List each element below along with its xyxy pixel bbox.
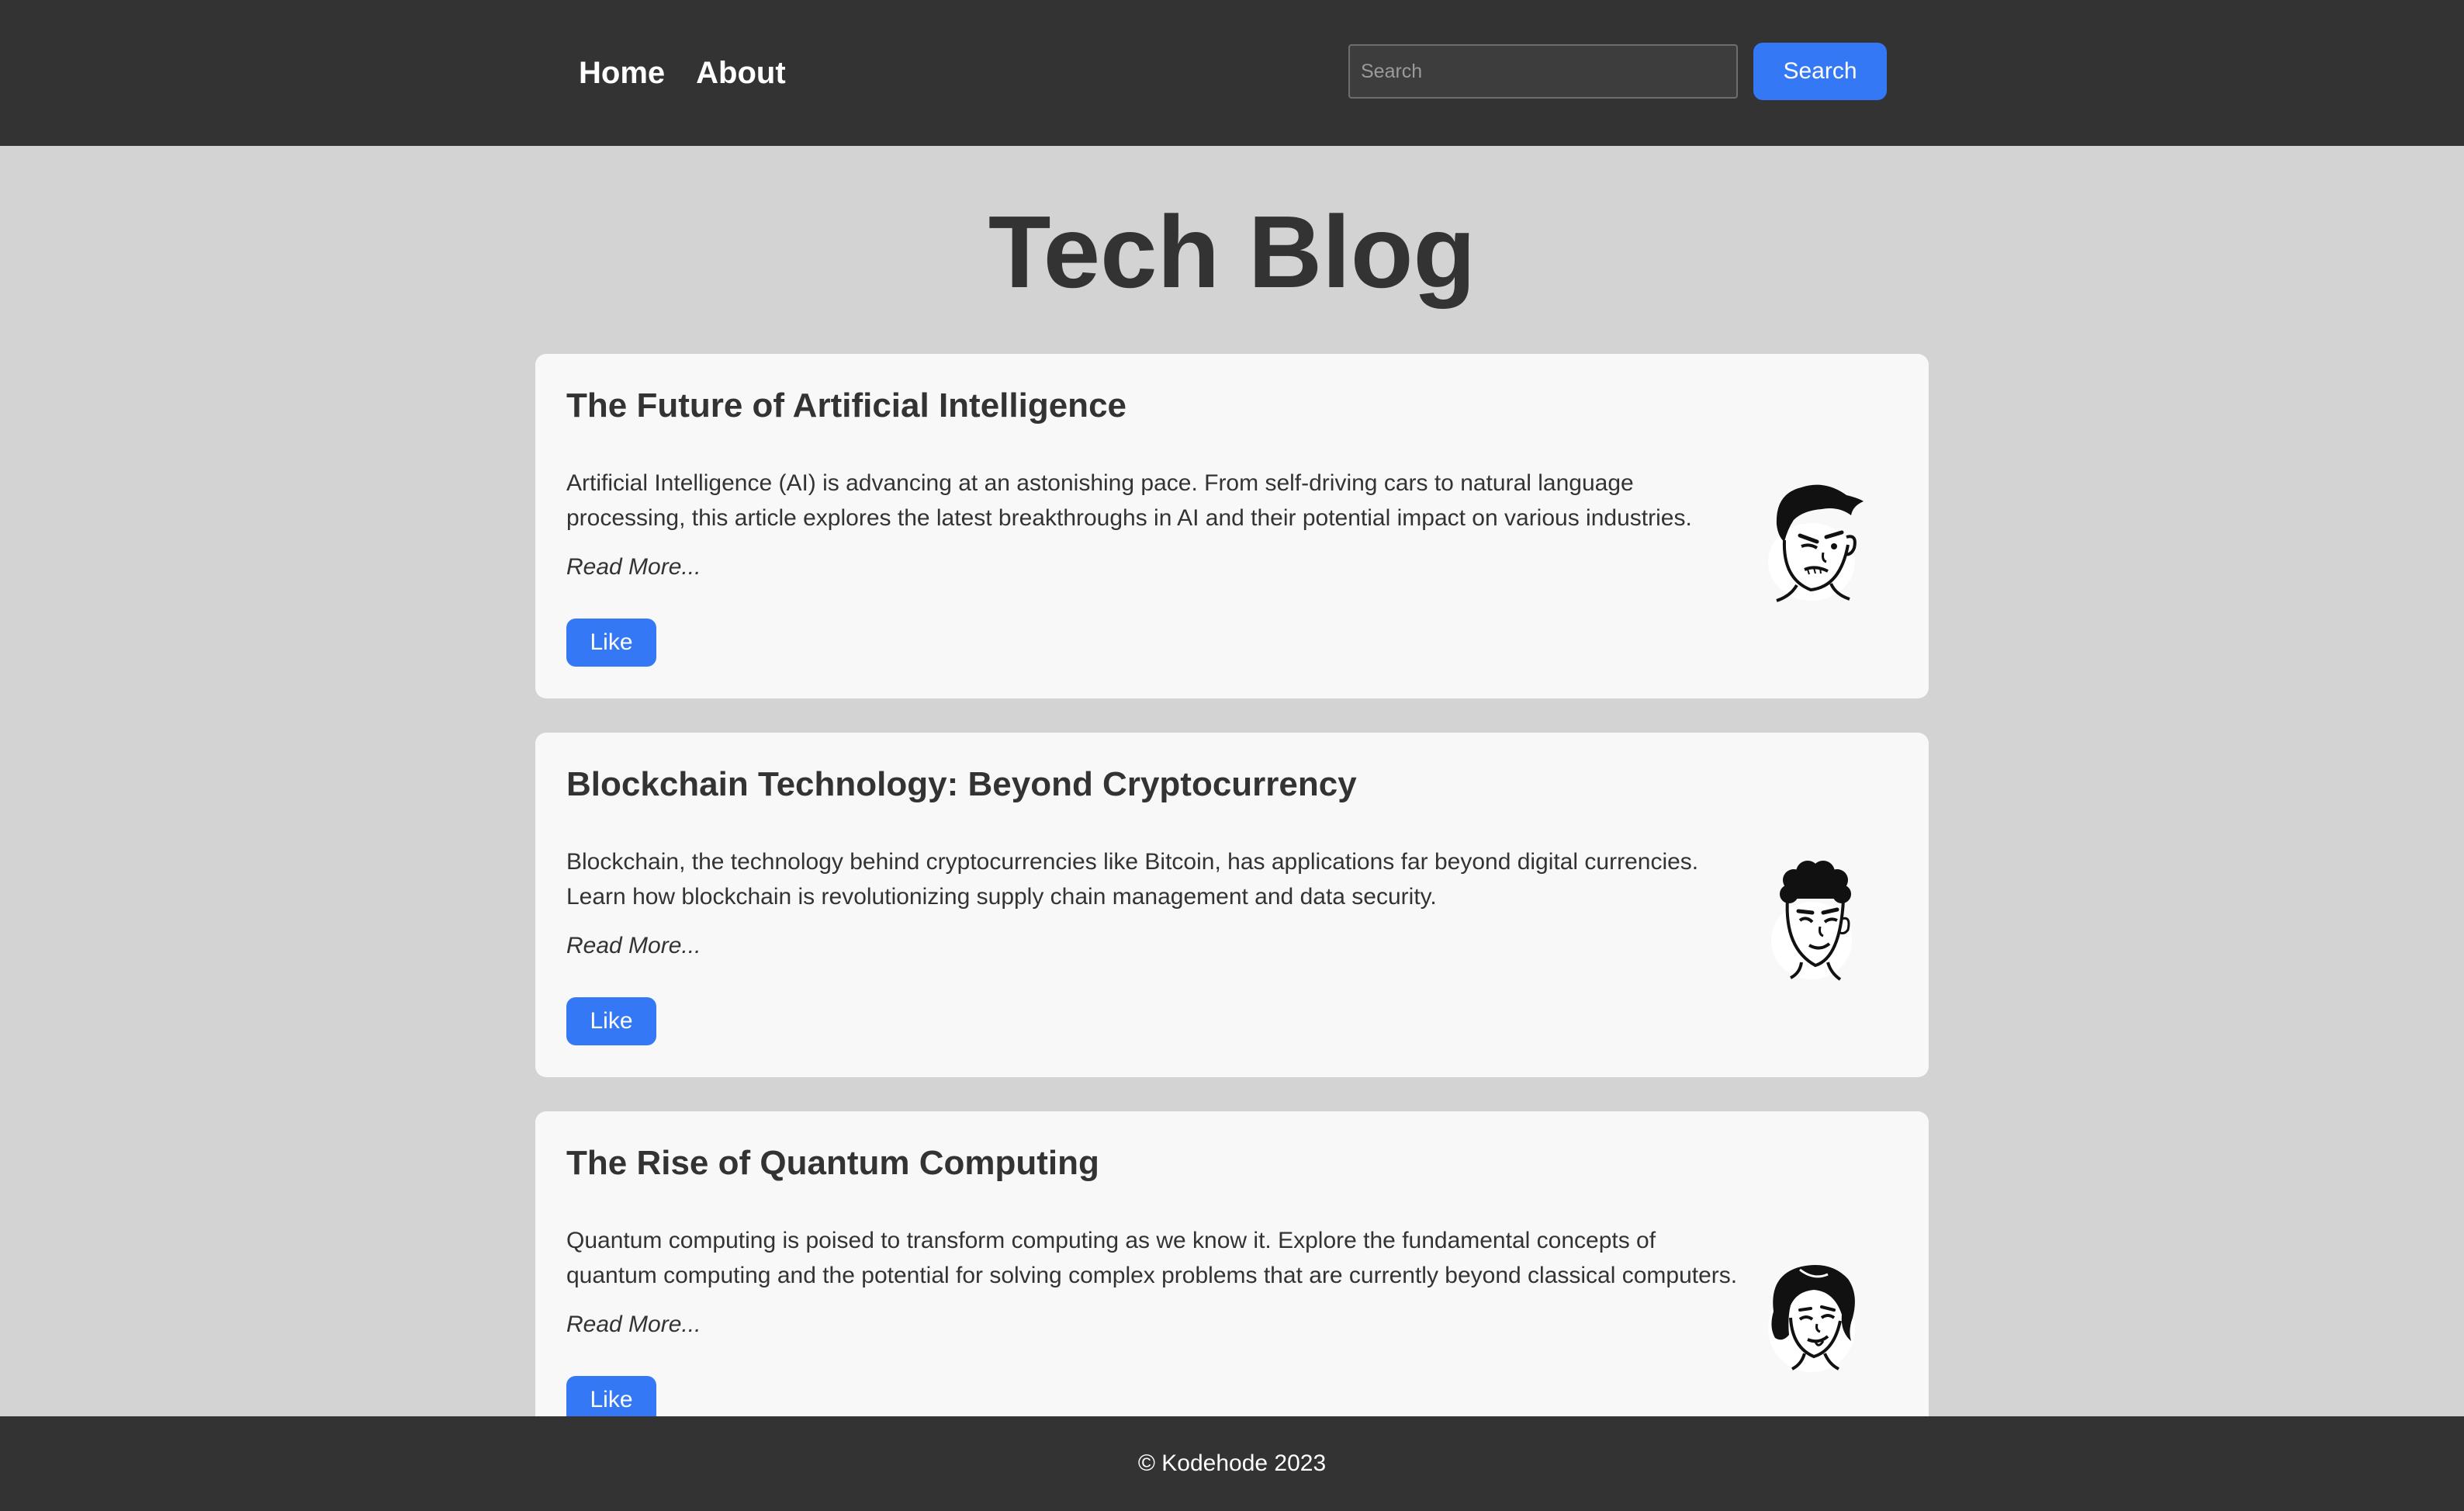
- read-more-link[interactable]: Read More...: [566, 933, 701, 959]
- cartoon-curly-hair-avatar-icon: [1771, 861, 1852, 981]
- main-nav: Home About: [579, 0, 786, 146]
- read-more-link[interactable]: Read More...: [566, 1312, 701, 1338]
- nav-about-link[interactable]: About: [696, 56, 786, 91]
- post-title[interactable]: Blockchain Technology: Beyond Cryptocurr…: [566, 765, 1357, 804]
- search-input[interactable]: [1348, 44, 1738, 99]
- post-excerpt: Quantum computing is poised to transform…: [566, 1228, 1738, 1288]
- post-card: Blockchain Technology: Beyond Cryptocurr…: [535, 733, 1929, 1077]
- post-excerpt: Blockchain, the technology behind crypto…: [566, 849, 1699, 910]
- nav-home-link[interactable]: Home: [579, 56, 665, 91]
- post-title[interactable]: The Rise of Quantum Computing: [566, 1144, 1099, 1183]
- post-title[interactable]: The Future of Artificial Intelligence: [566, 386, 1126, 425]
- read-more-link[interactable]: Read More...: [566, 554, 701, 580]
- cartoon-woman-avatar-icon: [1768, 1265, 1855, 1372]
- footer-copyright: © Kodehode 2023: [1137, 1450, 1327, 1476]
- post-excerpt: Artificial Intelligence (AI) is advancin…: [566, 470, 1692, 531]
- search-button[interactable]: Search: [1753, 43, 1887, 100]
- site-footer: © Kodehode 2023: [0, 1416, 2464, 1511]
- search-bar: Search: [1348, 43, 1887, 100]
- page-title: Tech Blog: [988, 195, 1476, 309]
- like-button[interactable]: Like: [566, 619, 656, 667]
- post-card: The Rise of Quantum Computing Quantum co…: [535, 1111, 1929, 1456]
- like-button[interactable]: Like: [566, 997, 656, 1045]
- cartoon-man-avatar-icon: [1768, 484, 1864, 602]
- post-card: The Future of Artificial Intelligence Ar…: [535, 354, 1929, 698]
- site-header: Home About Search: [0, 0, 2464, 146]
